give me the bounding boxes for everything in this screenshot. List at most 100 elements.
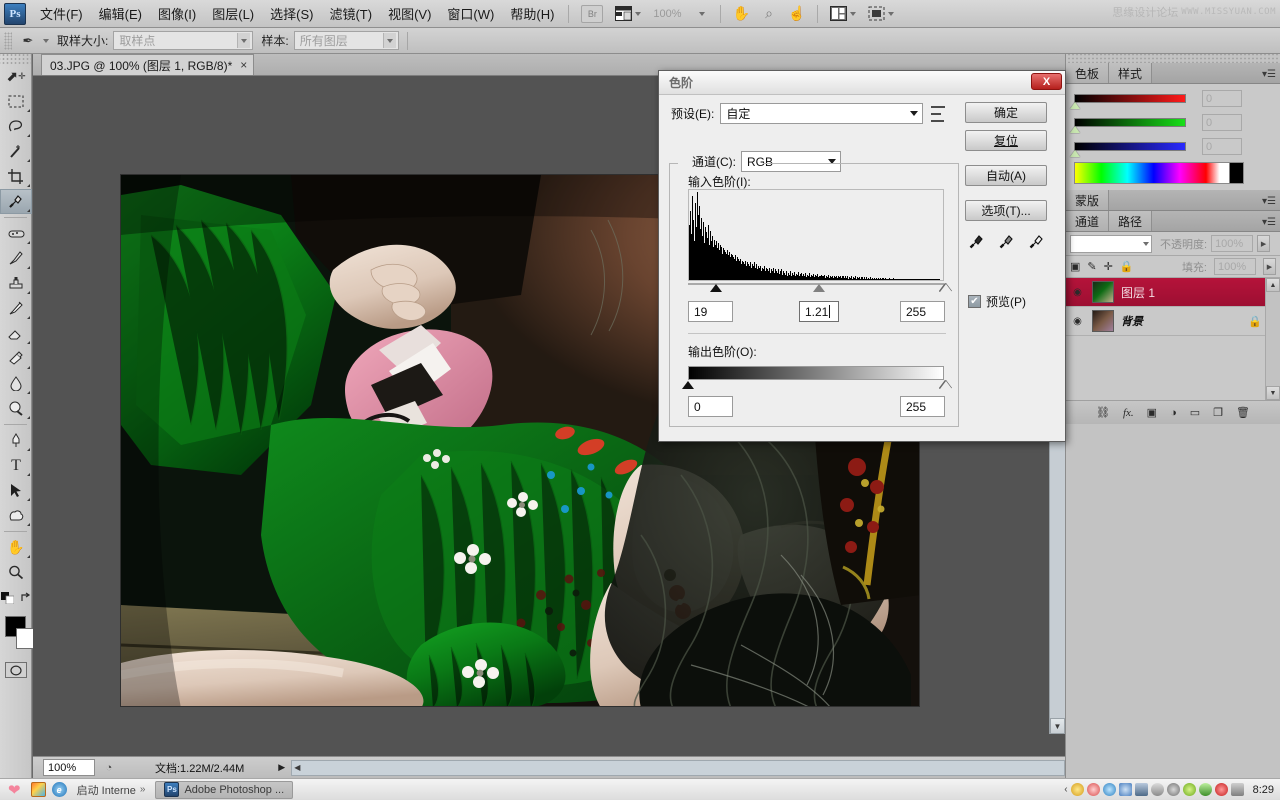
- update-icon[interactable]: [1182, 783, 1196, 796]
- menu-view[interactable]: 视图(V): [380, 0, 439, 27]
- red-value[interactable]: 0: [1202, 90, 1242, 107]
- zoom-tool[interactable]: [0, 560, 32, 585]
- input-gamma-field[interactable]: 1.21: [799, 301, 839, 322]
- document-tab[interactable]: 03.JPG @ 100% (图层 1, RGB/8)* ×: [41, 54, 255, 75]
- screen-mode-icon[interactable]: [865, 4, 897, 24]
- preset-options-icon[interactable]: [931, 105, 947, 122]
- view-arrange-icon[interactable]: [612, 4, 644, 24]
- drag-grip[interactable]: [1066, 54, 1280, 63]
- red-slider[interactable]: [1070, 94, 1186, 109]
- scroll-up-button[interactable]: ▲: [1266, 278, 1280, 292]
- output-black-field[interactable]: 0: [688, 396, 733, 417]
- bridge-button[interactable]: Br: [578, 4, 606, 24]
- preset-select[interactable]: 自定: [720, 103, 924, 124]
- panel-menu-icon[interactable]: ▾☰: [1262, 217, 1276, 228]
- crop-tool[interactable]: [0, 164, 32, 189]
- auto-button[interactable]: 自动(A): [965, 165, 1047, 186]
- qq-icon[interactable]: [1086, 783, 1100, 796]
- network-icon[interactable]: [1118, 783, 1132, 796]
- preview-checkbox-row[interactable]: ✔ 预览(P): [968, 293, 1026, 310]
- clone-stamp-tool[interactable]: [0, 271, 32, 296]
- slider-knob[interactable]: [1070, 150, 1080, 157]
- output-levels-ramp[interactable]: [688, 366, 944, 380]
- hand-icon[interactable]: ✋: [730, 4, 753, 24]
- history-brush-tool[interactable]: [0, 296, 32, 321]
- menu-edit[interactable]: 编辑(E): [91, 0, 150, 27]
- blend-mode-select[interactable]: [1070, 234, 1152, 253]
- new-group-icon[interactable]: ▭: [1190, 406, 1200, 419]
- disc-icon[interactable]: [1166, 783, 1180, 796]
- tab-channels[interactable]: 通道: [1066, 211, 1110, 231]
- opacity-value[interactable]: 100%: [1211, 235, 1254, 252]
- menu-select[interactable]: 选择(S): [262, 0, 321, 27]
- pen-tool[interactable]: [0, 428, 32, 453]
- workspace-icon[interactable]: [827, 4, 859, 24]
- hand-tool[interactable]: ✋: [0, 535, 32, 560]
- reset-button[interactable]: 复位: [965, 130, 1047, 151]
- blue-value[interactable]: 0: [1202, 138, 1242, 155]
- set-gray-point-eyedropper[interactable]: [999, 233, 1015, 253]
- type-tool[interactable]: T: [0, 453, 32, 478]
- slider-knob[interactable]: [1070, 126, 1080, 133]
- layer-row[interactable]: ◉ 背景 🔒: [1066, 307, 1280, 336]
- eraser-tool[interactable]: [0, 321, 32, 346]
- healing-brush-tool[interactable]: [0, 221, 32, 246]
- default-colors-icon[interactable]: [0, 585, 32, 610]
- sample-size-select[interactable]: 取样点: [113, 31, 254, 50]
- shape-tool[interactable]: [0, 503, 32, 528]
- levels-dialog[interactable]: 色阶 X 预设(E): 自定 确定 复位 自动(A) 选项(T)... ✔ 预览…: [658, 70, 1066, 442]
- scroll-down-button[interactable]: ▼: [1050, 718, 1065, 734]
- input-white-knob[interactable]: [940, 284, 952, 292]
- fill-stepper[interactable]: ▶: [1263, 258, 1276, 275]
- opacity-stepper[interactable]: ▶: [1257, 235, 1271, 252]
- magic-wand-tool[interactable]: [0, 139, 32, 164]
- status-menu-icon[interactable]: ◔: [99, 759, 119, 776]
- input-black-knob[interactable]: [710, 284, 722, 292]
- set-white-point-eyedropper[interactable]: [1029, 233, 1045, 253]
- close-icon[interactable]: ×: [240, 58, 247, 72]
- shield-icon[interactable]: [1198, 783, 1212, 796]
- eye-icon[interactable]: ◉: [1070, 316, 1085, 327]
- menu-window[interactable]: 窗口(W): [439, 0, 502, 27]
- green-value[interactable]: 0: [1202, 114, 1242, 131]
- dialog-title-bar[interactable]: 色阶 X: [659, 71, 1065, 95]
- delete-layer-icon[interactable]: 🗑: [1236, 406, 1250, 419]
- chevron-down-icon[interactable]: [691, 4, 711, 24]
- input-white-field[interactable]: 255: [900, 301, 945, 322]
- panel-menu-icon[interactable]: ▾☰: [1262, 196, 1276, 207]
- chevron-left-icon[interactable]: ‹: [1064, 784, 1067, 795]
- add-style-fx-icon[interactable]: fx.: [1123, 407, 1134, 419]
- image-viewer-icon[interactable]: [30, 782, 46, 797]
- eyedropper-icon[interactable]: ✒: [16, 31, 40, 51]
- status-chevron-icon[interactable]: ▶: [278, 762, 285, 773]
- link-layers-icon[interactable]: ⛓: [1096, 406, 1110, 419]
- color-swatches[interactable]: [5, 616, 37, 656]
- new-layer-icon[interactable]: ❐: [1213, 406, 1223, 419]
- scroll-down-button[interactable]: ▼: [1266, 386, 1280, 400]
- gradient-tool[interactable]: [0, 346, 32, 371]
- chevron-down-icon[interactable]: [43, 38, 49, 43]
- channel-select[interactable]: RGB: [741, 151, 841, 172]
- drag-grip[interactable]: [4, 31, 12, 50]
- heart-start-icon[interactable]: ❤: [8, 781, 21, 799]
- output-black-knob[interactable]: [682, 381, 694, 389]
- globe-icon[interactable]: [1102, 783, 1116, 796]
- close-icon[interactable]: X: [1031, 73, 1062, 90]
- input-black-field[interactable]: 19: [688, 301, 733, 322]
- set-black-point-eyedropper[interactable]: [969, 233, 985, 253]
- internet-explorer-quicklaunch[interactable]: e 启动 Interne »: [51, 782, 145, 798]
- tab-styles[interactable]: 样式: [1109, 63, 1153, 83]
- brush-tool[interactable]: [0, 246, 32, 271]
- input-gamma-knob[interactable]: [813, 284, 825, 292]
- tab-masks[interactable]: 蒙版: [1066, 190, 1110, 210]
- output-white-field[interactable]: 255: [900, 396, 945, 417]
- lock-image-icon[interactable]: ✎: [1087, 260, 1096, 273]
- horizontal-scrollbar[interactable]: ◀: [291, 759, 1065, 776]
- layers-vertical-scrollbar[interactable]: ▲ ▼: [1265, 278, 1280, 400]
- green-slider[interactable]: [1070, 118, 1186, 133]
- mouse-icon[interactable]: [1150, 783, 1164, 796]
- slider-knob[interactable]: [1070, 102, 1080, 109]
- new-adjustment-icon[interactable]: ◑: [1170, 407, 1177, 419]
- lasso-tool[interactable]: [0, 114, 32, 139]
- quick-mask-icon[interactable]: [4, 662, 27, 678]
